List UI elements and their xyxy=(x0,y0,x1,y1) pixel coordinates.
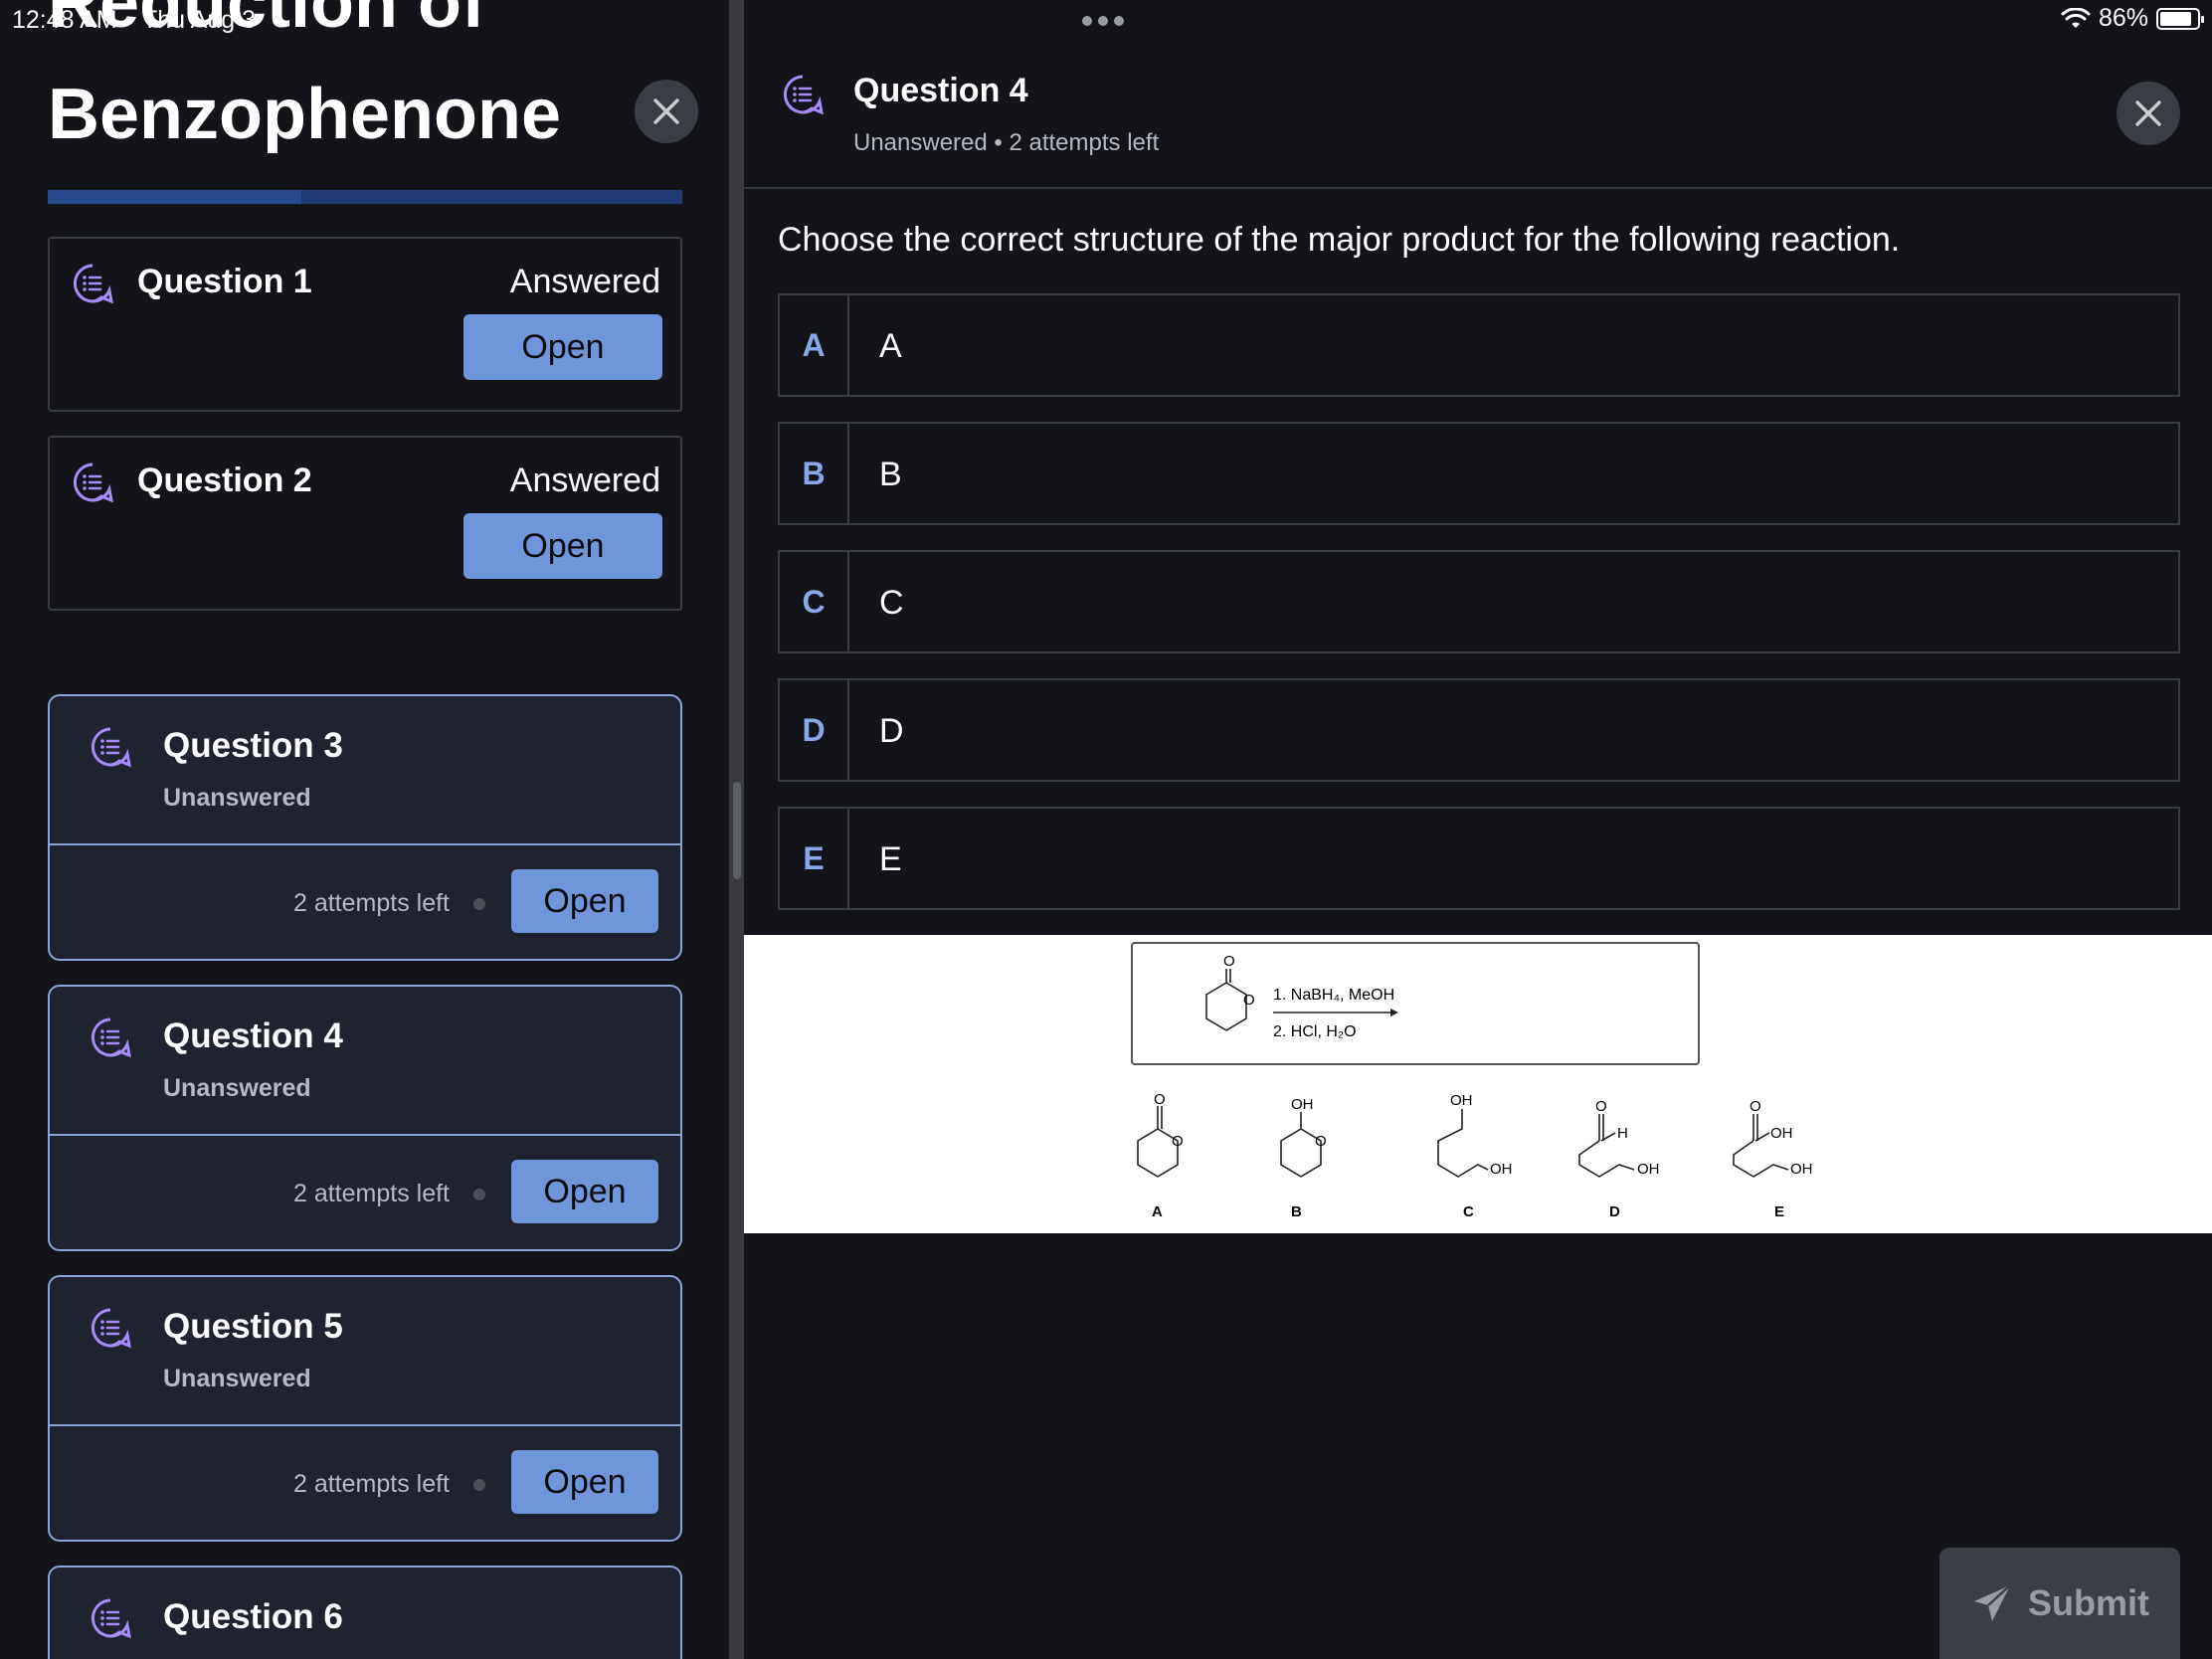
question-title: Question 4 xyxy=(163,1016,343,1055)
open-question-1-button[interactable]: Open xyxy=(463,314,662,380)
sidebar-close-button[interactable] xyxy=(635,80,698,143)
question-detail-panel: Question 4 Unanswered • 2 attempts left … xyxy=(744,0,2212,1659)
atom-label: O xyxy=(1595,1098,1607,1115)
separator-dot xyxy=(473,898,485,910)
chat-list-icon xyxy=(91,1598,131,1639)
status-date: Thu Aug 3 xyxy=(142,6,256,34)
status-indicators: 86% xyxy=(2061,4,2204,33)
atom-label: OH xyxy=(1291,1096,1314,1113)
reagent-step-2: 2. HCl, H₂O xyxy=(1273,1023,1357,1040)
status-time: 12:48 AM xyxy=(12,6,117,34)
option-text: A xyxy=(879,327,902,365)
multitasking-dots-icon[interactable] xyxy=(1082,16,1124,26)
chat-list-icon xyxy=(91,1017,131,1058)
separator-dot xyxy=(473,1189,485,1200)
answer-option-c[interactable]: C C xyxy=(778,550,2180,653)
paper-plane-icon xyxy=(1974,1584,2011,1621)
atom-label: O xyxy=(1315,1133,1327,1150)
reaction-scheme-image: O O 1. NaBH₄, MeOH 2. HCl, H₂O O O A OH … xyxy=(1131,942,1813,1220)
option-text: D xyxy=(879,712,904,750)
choice-label-a: A xyxy=(1152,1203,1163,1220)
chat-list-icon xyxy=(73,462,113,503)
chat-list-icon xyxy=(783,75,824,115)
separator-dot xyxy=(473,1479,485,1491)
atom-label: OH xyxy=(1490,1161,1513,1178)
battery-percent: 86% xyxy=(2098,4,2148,32)
choice-label-b: B xyxy=(1291,1203,1302,1220)
choice-label-c: C xyxy=(1463,1203,1474,1220)
option-text: B xyxy=(879,456,902,493)
question-status: Unanswered xyxy=(163,1365,311,1392)
reagent-step-1: 1. NaBH₄, MeOH xyxy=(1273,987,1394,1004)
question-status: Unanswered xyxy=(163,784,311,812)
close-icon xyxy=(2135,100,2161,126)
battery-icon xyxy=(2156,7,2204,30)
answer-option-e[interactable]: E E xyxy=(778,807,2180,910)
answer-option-a[interactable]: A A xyxy=(778,293,2180,397)
question-title: Question 3 xyxy=(163,726,343,765)
open-question-4-button[interactable]: Open xyxy=(511,1160,658,1223)
option-letter: B xyxy=(780,424,849,523)
question-status: Answered xyxy=(509,461,660,499)
atom-label: OH xyxy=(1770,1125,1793,1142)
header-divider xyxy=(744,187,2212,189)
option-text: C xyxy=(879,584,904,622)
question-card-3: Question 3 Unanswered 2 attempts left Op… xyxy=(48,694,682,961)
status-bar: 12:48 AM Thu Aug 3 86% xyxy=(0,0,2212,38)
question-detail-subtitle: Unanswered • 2 attempts left xyxy=(853,129,1160,156)
reaction-figure: O O 1. NaBH₄, MeOH 2. HCl, H₂O O O A OH … xyxy=(744,935,2212,1233)
question-title: Question 2 xyxy=(137,461,312,499)
close-icon xyxy=(653,98,679,124)
atom-label: O xyxy=(1223,953,1235,970)
question-title: Question 6 xyxy=(163,1597,343,1636)
open-question-5-button[interactable]: Open xyxy=(511,1450,658,1514)
question-detail-title: Question 4 xyxy=(853,72,1028,109)
question-status: Unanswered xyxy=(163,1074,311,1102)
atom-label: O xyxy=(1243,992,1255,1009)
question-title: Question 1 xyxy=(137,263,312,300)
atom-label: O xyxy=(1750,1098,1761,1115)
question-card-5: Question 5 Unanswered 2 attempts left Op… xyxy=(48,1275,682,1542)
question-prompt: Choose the correct structure of the majo… xyxy=(778,221,1901,259)
atom-label: OH xyxy=(1790,1161,1813,1178)
question-card-2: Question 2 Answered Open xyxy=(48,436,682,611)
atom-label: O xyxy=(1154,1091,1166,1108)
atom-label: H xyxy=(1617,1125,1628,1142)
open-question-2-button[interactable]: Open xyxy=(463,513,662,579)
question-title: Question 5 xyxy=(163,1307,343,1346)
atom-label: OH xyxy=(1637,1161,1660,1178)
option-letter: D xyxy=(780,680,849,780)
chat-list-icon xyxy=(91,1308,131,1349)
atom-label: O xyxy=(1172,1133,1184,1150)
attempts-left: 2 attempts left xyxy=(292,889,450,917)
question-close-button[interactable] xyxy=(2117,82,2180,145)
chat-list-icon xyxy=(73,264,113,304)
answer-option-b[interactable]: B B xyxy=(778,422,2180,525)
assignment-progress-bar xyxy=(48,190,682,204)
option-letter: A xyxy=(780,295,849,395)
open-question-3-button[interactable]: Open xyxy=(511,869,658,933)
atom-label: OH xyxy=(1450,1092,1473,1109)
chat-list-icon xyxy=(91,727,131,768)
submit-label: Submit xyxy=(2028,1582,2149,1623)
answer-option-d[interactable]: D D xyxy=(778,678,2180,782)
question-status: Answered xyxy=(509,263,660,300)
submit-button[interactable]: Submit xyxy=(1939,1548,2180,1659)
choice-label-e: E xyxy=(1774,1203,1784,1220)
option-text: E xyxy=(879,840,902,878)
option-letter: E xyxy=(780,809,849,908)
assignment-sidebar: Reduction of Benzophenone Question 1 Ans… xyxy=(0,0,729,1659)
option-letter: C xyxy=(780,552,849,651)
assignment-title-line2: Benzophenone xyxy=(48,75,561,154)
question-card-6[interactable]: Question 6 xyxy=(48,1566,682,1659)
question-card-1: Question 1 Answered Open xyxy=(48,237,682,412)
split-view-handle[interactable] xyxy=(733,782,741,879)
question-card-4: Question 4 Unanswered 2 attempts left Op… xyxy=(48,985,682,1251)
wifi-icon xyxy=(2061,7,2091,28)
attempts-left: 2 attempts left xyxy=(292,1470,450,1498)
choice-label-d: D xyxy=(1609,1203,1620,1220)
attempts-left: 2 attempts left xyxy=(292,1180,450,1207)
